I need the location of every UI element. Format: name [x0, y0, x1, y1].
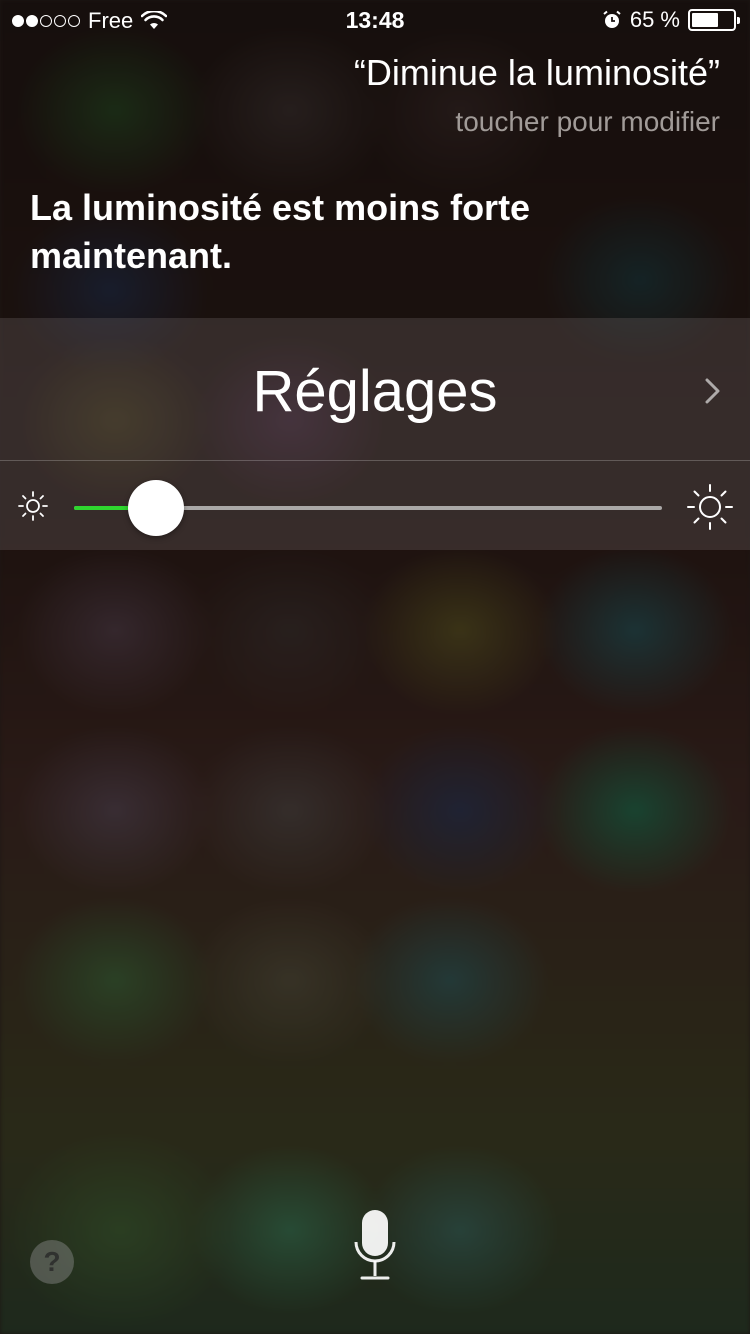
settings-brightness-card: Réglages	[0, 318, 750, 550]
status-right: 65 %	[602, 7, 740, 33]
siri-query-text[interactable]: “Diminue la luminosité”	[354, 52, 720, 94]
brightness-slider-track[interactable]	[74, 480, 662, 536]
settings-card-title: Réglages	[252, 359, 498, 424]
brightness-low-icon	[18, 491, 48, 521]
brightness-high-icon	[687, 484, 733, 530]
help-button[interactable]: ?	[30, 1240, 74, 1284]
chevron-right-icon	[705, 378, 720, 404]
status-bar: Free 13:48 65 %	[0, 0, 750, 40]
brightness-slider-thumb[interactable]	[128, 480, 185, 536]
microphone-icon[interactable]	[352, 1208, 398, 1282]
battery-icon	[688, 9, 740, 31]
alarm-icon	[603, 10, 621, 28]
battery-percentage: 65 %	[629, 7, 680, 32]
battery-fill	[692, 13, 718, 27]
tap-to-edit-hint[interactable]: toucher pour modifier	[455, 106, 720, 138]
siri-response-text: La luminosité est moins forte maintenant…	[30, 187, 531, 276]
brightness-slider-row	[0, 461, 750, 550]
settings-card-header[interactable]: Réglages	[0, 318, 750, 461]
